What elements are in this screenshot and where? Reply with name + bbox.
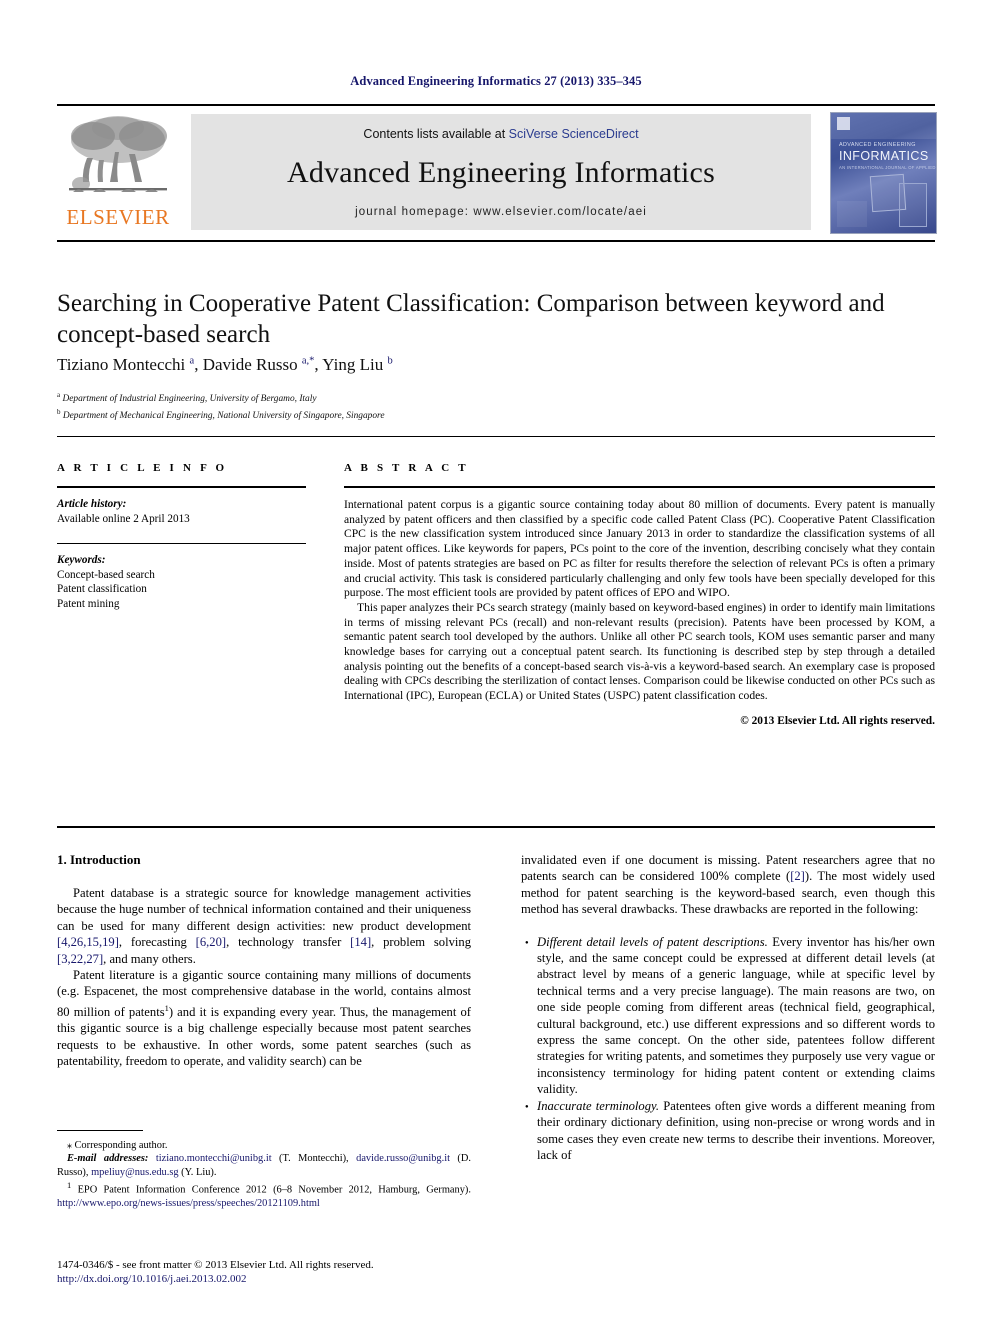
keyword-item: Patent classification [57, 583, 147, 595]
abstract-heading: A B S T R A C T [344, 462, 469, 474]
elsevier-logo: ELSEVIER [57, 112, 179, 232]
citation-ref[interactable]: [4,26,15,19] [57, 935, 119, 949]
journal-cover-image: ADVANCED ENGINEERING INFORMATICS AN INTE… [830, 112, 937, 234]
footnote-1: 1 EPO Patent Information Conference 2012… [57, 1180, 471, 1210]
footnote-rule [57, 1130, 143, 1132]
cover-graphic-shape [837, 201, 867, 227]
body-paragraph: Patent literature is a gigantic source c… [57, 968, 471, 1069]
email-link[interactable]: davide.russo@unibg.it [356, 1153, 450, 1164]
email-link[interactable]: mpeliuy@nus.edu.sg [91, 1167, 179, 1178]
abstract-paragraph: This paper analyzes their PCs search str… [344, 600, 935, 703]
list-item: Inaccurate terminology. Patentees often … [525, 1098, 935, 1164]
article-info-heading: A R T I C L E I N F O [57, 462, 228, 474]
banner-bottom-rule [57, 240, 935, 242]
keywords-rule [57, 543, 306, 544]
list-item: Different detail levels of patent descri… [525, 934, 935, 1098]
corresponding-author-note: ⁎ Corresponding author. [67, 1140, 168, 1151]
journal-banner-center: Contents lists available at SciVerse Sci… [191, 114, 811, 230]
cover-tagline: AN INTERNATIONAL JOURNAL OF APPLIED RESE… [839, 165, 936, 170]
contents-prefix: Contents lists available at [363, 127, 509, 141]
keywords-block: Keywords: Concept-based search Patent cl… [57, 553, 306, 611]
abstract-body: International patent corpus is a giganti… [344, 498, 935, 704]
email-addresses-note: E-mail addresses: tiziano.montecchi@unib… [57, 1153, 471, 1178]
list-item-lead: Inaccurate terminology. [537, 1098, 660, 1113]
elsevier-wordmark: ELSEVIER [66, 205, 170, 229]
drawbacks-list: Different detail levels of patent descri… [521, 934, 935, 1164]
article-history: Article history: Available online 2 Apri… [57, 497, 306, 526]
keyword-item: Concept-based search [57, 568, 155, 581]
affiliation-b: b Department of Mechanical Engineering, … [57, 407, 385, 421]
asterisk-icon: ⁎ [67, 1140, 75, 1151]
article-info-rule [57, 486, 306, 488]
running-head: Advanced Engineering Informatics 27 (201… [350, 74, 642, 88]
affiliation-a: a Department of Industrial Engineering, … [57, 391, 317, 405]
footnote-block: ⁎ Corresponding author. E-mail addresses… [57, 1139, 471, 1211]
footnote-number: 1 [67, 1180, 72, 1191]
affiliations: a Department of Industrial Engineering, … [57, 389, 937, 422]
header-rule [57, 104, 935, 106]
imprint-block: 1474-0346/$ - see front matter © 2013 El… [57, 1258, 557, 1286]
citation-ref[interactable]: [3,22,27] [57, 952, 103, 966]
page-title: Searching in Cooperative Patent Classifi… [57, 290, 885, 348]
keyword-item: Patent mining [57, 597, 120, 610]
email-link[interactable]: tiziano.montecchi@unibg.it [156, 1153, 272, 1164]
abstract-rule [344, 486, 935, 488]
article-info-column: A R T I C L E I N F O Article history: A… [57, 462, 306, 611]
author-names: Tiziano Montecchi a, Davide Russo a,*, Y… [57, 355, 393, 374]
elsevier-tree-icon [69, 116, 167, 192]
body-paragraph: Patent database is a strategic source fo… [57, 886, 471, 966]
journal-title: Advanced Engineering Informatics [287, 156, 715, 189]
title-bottom-rule [57, 436, 935, 437]
footnote-url[interactable]: http://www.epo.org/news-issues/press/spe… [57, 1198, 320, 1209]
journal-banner: ELSEVIER Contents lists available at Sci… [57, 112, 937, 234]
abstract-bottom-rule [57, 826, 935, 828]
article-history-label: Article history: [57, 498, 127, 510]
contents-line: Contents lists available at SciVerse Sci… [191, 127, 811, 141]
citation-ref[interactable]: [6,20] [196, 935, 226, 949]
body-column-left: 1. Introduction Patent database is a str… [57, 852, 471, 1070]
paper-page: Advanced Engineering Informatics 27 (201… [0, 0, 992, 1323]
citation-ref[interactable]: [14] [350, 935, 371, 949]
section-heading-introduction: 1. Introduction [57, 852, 141, 867]
body-paragraph: invalidated even if one document is miss… [521, 853, 935, 917]
journal-homepage-link[interactable]: journal homepage: www.elsevier.com/locat… [191, 206, 811, 218]
body-column-right: invalidated even if one document is miss… [521, 852, 935, 1163]
sciencedirect-link[interactable]: SciVerse ScienceDirect [509, 127, 639, 141]
cover-elsevier-mark-icon [837, 117, 850, 130]
list-item-text: Every inventor has his/her own style, an… [537, 934, 935, 1097]
list-item-lead: Different detail levels of patent descri… [537, 934, 768, 949]
citation-ref[interactable]: [2] [790, 869, 805, 883]
cover-title: INFORMATICS [839, 149, 929, 163]
doi-link[interactable]: http://dx.doi.org/10.1016/j.aei.2013.02.… [57, 1272, 557, 1286]
cover-subtitle: ADVANCED ENGINEERING [839, 142, 916, 148]
abstract-paragraph: International patent corpus is a giganti… [344, 498, 935, 600]
imprint-line: 1474-0346/$ - see front matter © 2013 El… [57, 1259, 374, 1271]
cover-graphic-shape [899, 183, 927, 227]
author-list: Tiziano Montecchi a, Davide Russo a,*, Y… [57, 355, 937, 375]
keywords-label: Keywords: [57, 554, 106, 566]
copyright-line: © 2013 Elsevier Ltd. All rights reserved… [740, 714, 935, 727]
article-history-value: Available online 2 April 2013 [57, 512, 190, 525]
abstract-column: A B S T R A C T International patent cor… [344, 462, 935, 727]
